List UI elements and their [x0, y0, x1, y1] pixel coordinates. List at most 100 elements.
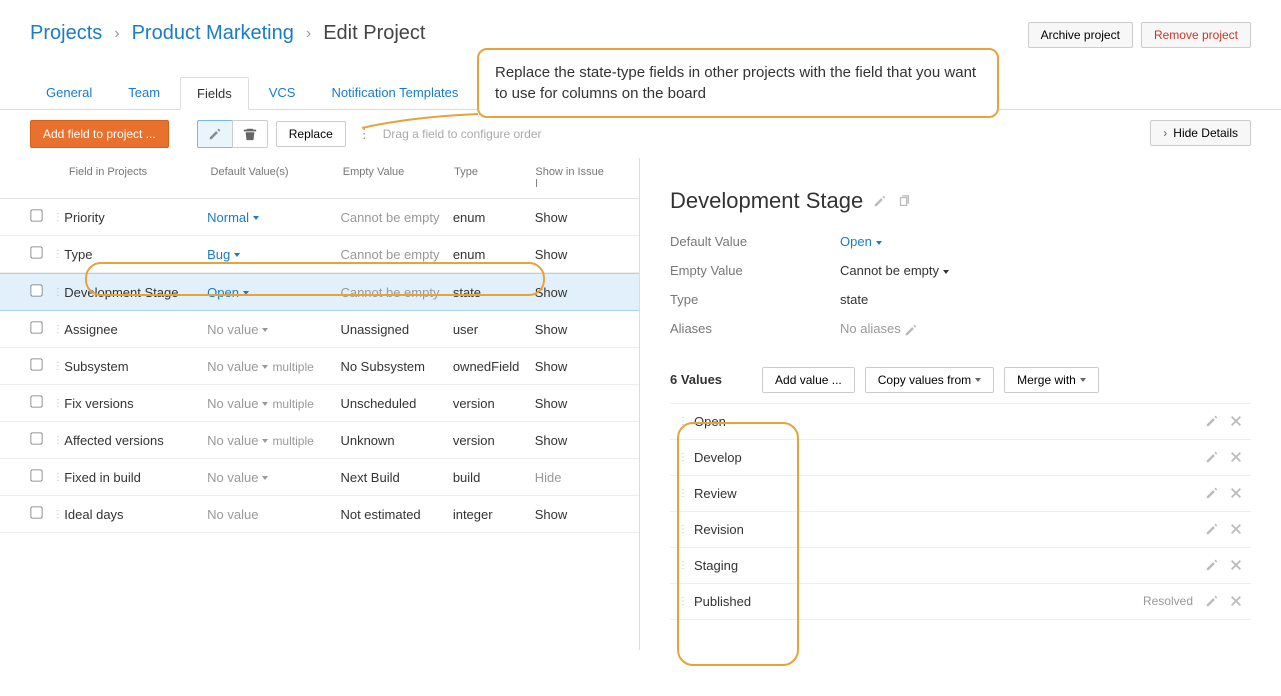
pencil-icon[interactable] — [1205, 558, 1219, 572]
field-default[interactable]: Bug — [207, 247, 340, 262]
chevron-right-icon: › — [114, 25, 119, 43]
field-show[interactable]: Show — [535, 507, 609, 522]
prop-type-label: Type — [670, 292, 840, 307]
field-default[interactable]: No valuemultiple — [207, 359, 340, 374]
drag-handle-icon[interactable]: ⋮ — [678, 488, 694, 499]
table-row[interactable]: ⋮ Affected versions No valuemultiple Unk… — [0, 422, 639, 459]
prop-empty-value[interactable]: Cannot be empty — [840, 263, 1251, 278]
drag-handle-icon[interactable]: ⋮ — [678, 416, 694, 427]
close-icon[interactable] — [1229, 558, 1243, 572]
field-show[interactable]: Show — [535, 210, 609, 225]
copy-icon[interactable] — [897, 194, 911, 208]
table-row[interactable]: ⋮ Fix versions No valuemultiple Unschedu… — [0, 385, 639, 422]
field-default[interactable]: Open — [207, 285, 340, 300]
field-show[interactable]: Show — [535, 247, 609, 262]
breadcrumb-projects[interactable]: Projects — [30, 22, 102, 45]
copy-values-button[interactable]: Copy values from — [865, 367, 994, 393]
drag-handle-icon[interactable]: ⋮ — [678, 452, 694, 463]
table-row[interactable]: ⋮ Type Bug Cannot be empty enum Show — [0, 236, 639, 273]
field-default[interactable]: No valuemultiple — [207, 433, 340, 448]
value-row[interactable]: ⋮ Published Resolved — [670, 583, 1251, 620]
drag-handle-icon[interactable]: ⋮ — [53, 287, 64, 298]
row-checkbox[interactable] — [30, 358, 42, 370]
pencil-icon[interactable] — [1205, 486, 1219, 500]
pencil-icon[interactable] — [873, 194, 887, 208]
drag-handle-icon[interactable]: ⋮ — [678, 524, 694, 535]
close-icon[interactable] — [1229, 594, 1243, 608]
table-row[interactable]: ⋮ Assignee No value Unassigned user Show — [0, 311, 639, 348]
value-row[interactable]: ⋮ Staging — [670, 547, 1251, 583]
field-default[interactable]: Normal — [207, 210, 340, 225]
field-show[interactable]: Show — [535, 359, 609, 374]
row-checkbox[interactable] — [30, 432, 42, 444]
field-empty: Next Build — [340, 470, 452, 485]
remove-project-button[interactable]: Remove project — [1141, 22, 1251, 48]
value-row[interactable]: ⋮ Review — [670, 475, 1251, 511]
row-checkbox[interactable] — [30, 321, 42, 333]
drag-handle-icon[interactable]: ⋮ — [53, 398, 64, 409]
replace-button[interactable]: Replace — [276, 121, 346, 147]
close-icon[interactable] — [1229, 522, 1243, 536]
field-name: Ideal days — [64, 507, 207, 522]
field-default[interactable]: No value — [207, 470, 340, 485]
table-row[interactable]: ⋮ Ideal days No value Not estimated inte… — [0, 496, 639, 533]
drag-handle-icon[interactable]: ⋮ — [53, 212, 64, 223]
table-row[interactable]: ⋮ Priority Normal Cannot be empty enum S… — [0, 199, 639, 236]
archive-project-button[interactable]: Archive project — [1028, 22, 1133, 48]
table-header: Field in Projects Default Value(s) Empty… — [0, 158, 639, 199]
field-default[interactable]: No valuemultiple — [207, 396, 340, 411]
table-row[interactable]: ⋮ Subsystem No valuemultiple No Subsyste… — [0, 348, 639, 385]
tab-vcs[interactable]: VCS — [253, 77, 312, 109]
field-default[interactable]: No value — [207, 507, 340, 522]
delete-mode-button[interactable] — [232, 120, 268, 148]
field-show[interactable]: Show — [535, 285, 609, 300]
close-icon[interactable] — [1229, 450, 1243, 464]
close-icon[interactable] — [1229, 414, 1243, 428]
tab-general[interactable]: General — [30, 77, 108, 109]
field-empty: Not estimated — [340, 507, 452, 522]
field-show[interactable]: Hide — [535, 470, 609, 485]
drag-handle-icon[interactable]: ⋮ — [678, 596, 694, 607]
pencil-icon[interactable] — [1205, 594, 1219, 608]
row-checkbox[interactable] — [30, 246, 42, 258]
field-show[interactable]: Show — [535, 322, 609, 337]
field-default[interactable]: No value — [207, 322, 340, 337]
drag-handle-icon[interactable]: ⋮ — [53, 249, 64, 260]
breadcrumb-parent[interactable]: Product Marketing — [132, 22, 294, 45]
value-row[interactable]: ⋮ Develop — [670, 439, 1251, 475]
add-field-button[interactable]: Add field to project ... — [30, 120, 169, 148]
row-checkbox[interactable] — [30, 209, 42, 221]
tab-notification-templates[interactable]: Notification Templates — [315, 77, 474, 109]
edit-mode-button[interactable] — [197, 120, 233, 148]
tab-fields[interactable]: Fields — [180, 77, 249, 110]
pencil-icon[interactable] — [1205, 450, 1219, 464]
drag-handle-icon[interactable]: ⋮ — [53, 509, 64, 520]
drag-handle-icon[interactable]: ⋮ — [678, 560, 694, 571]
field-show[interactable]: Show — [535, 396, 609, 411]
pencil-icon[interactable] — [1205, 414, 1219, 428]
drag-handle-icon[interactable]: ⋮ — [53, 324, 64, 335]
row-checkbox[interactable] — [30, 284, 42, 296]
row-checkbox[interactable] — [30, 395, 42, 407]
pencil-icon[interactable] — [1205, 522, 1219, 536]
tab-team[interactable]: Team — [112, 77, 176, 109]
row-checkbox[interactable] — [30, 506, 42, 518]
table-row[interactable]: ⋮ Fixed in build No value Next Build bui… — [0, 459, 639, 496]
prop-aliases-value[interactable]: No aliases — [840, 321, 1251, 337]
drag-handle-icon[interactable]: ⋮ — [53, 361, 64, 372]
merge-with-button[interactable]: Merge with — [1004, 367, 1099, 393]
close-icon[interactable] — [1229, 486, 1243, 500]
drag-handle-icon[interactable]: ⋮ — [53, 472, 64, 483]
table-row[interactable]: ⋮ Development Stage Open Cannot be empty… — [0, 273, 639, 311]
field-name: Subsystem — [64, 359, 207, 374]
row-checkbox[interactable] — [30, 469, 42, 481]
pencil-icon[interactable] — [904, 323, 918, 337]
prop-default-value[interactable]: Open — [840, 234, 1251, 249]
values-count: 6 Values — [670, 372, 722, 387]
hide-details-button[interactable]: › Hide Details — [1150, 120, 1251, 146]
field-show[interactable]: Show — [535, 433, 609, 448]
add-value-button[interactable]: Add value ... — [762, 367, 855, 393]
value-row[interactable]: ⋮ Open — [670, 403, 1251, 439]
drag-handle-icon[interactable]: ⋮ — [53, 435, 64, 446]
value-row[interactable]: ⋮ Revision — [670, 511, 1251, 547]
